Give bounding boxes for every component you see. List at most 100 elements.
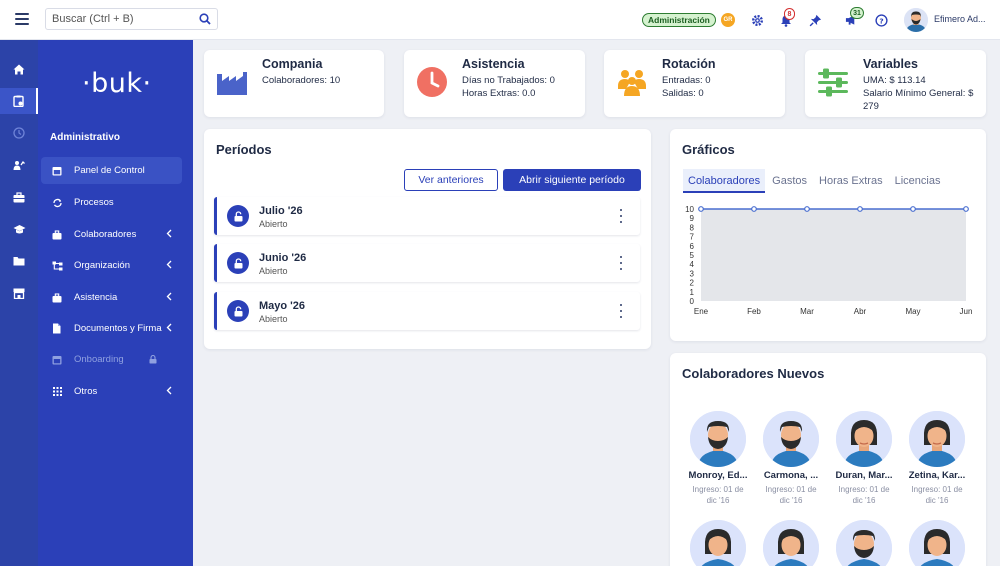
sidebar-item-documentos-y-firma[interactable]: Documentos y Firma (41, 315, 182, 342)
period-status: Abierto (259, 266, 288, 276)
new-collaborator-card[interactable]: Carmona, ... Ingreso: 01 de dic '16 (756, 411, 826, 506)
new-collaborator-card[interactable] (756, 520, 826, 566)
rail-clipboard-icon[interactable] (0, 88, 38, 114)
sidebar-item-procesos[interactable]: Procesos (41, 189, 182, 216)
rail-briefcase-icon[interactable] (0, 184, 38, 210)
sidebar-item-label: Otros (74, 386, 98, 397)
kpi-title: Compania (262, 57, 323, 71)
onboarding-icon (49, 355, 65, 365)
chart-point (751, 206, 757, 212)
lock-icon (149, 355, 157, 364)
hamburger-menu-icon[interactable] (15, 13, 29, 25)
new-collaborator-card[interactable]: Zetina, Kar... Ingreso: 01 de dic '16 (902, 411, 972, 506)
chart-point (804, 206, 810, 212)
unlock-icon (227, 300, 249, 322)
kpi-value: UMA: $ 113.14 (863, 75, 926, 86)
avatar (763, 411, 819, 467)
x-tick-label: Ene (694, 307, 709, 316)
more-options-icon[interactable] (618, 209, 624, 223)
more-options-icon[interactable] (618, 304, 624, 318)
new-collaborator-card[interactable]: Monroy, Ed... Ingreso: 01 de dic '16 (683, 411, 753, 506)
messages-count-badge: 31 (850, 7, 864, 19)
kpi-value: Salidas: 0 (662, 88, 704, 99)
y-tick-label: 4 (690, 260, 695, 269)
y-tick-label: 9 (690, 214, 695, 223)
chevron-left-icon (166, 292, 172, 301)
company-switch-icon[interactable]: GR (721, 13, 735, 27)
sidebar-item-label: Panel de Control (74, 165, 145, 176)
chart-point (698, 206, 704, 212)
tab-licencias[interactable]: Licencias (890, 169, 946, 193)
abrir-siguiente-periodo-button[interactable]: Abrir siguiente período (503, 169, 641, 191)
new-collaborator-card[interactable] (829, 520, 899, 566)
kpi-title: Asistencia (462, 57, 525, 71)
chevron-left-icon (166, 260, 172, 269)
avatar (690, 411, 746, 467)
notifications-count-badge: 8 (784, 8, 795, 20)
period-status: Abierto (259, 314, 288, 324)
period-row[interactable]: Mayo '26 Abierto (214, 292, 640, 330)
kpi-card-rotacion: Rotación Entradas: 0 Salidas: 0 (604, 50, 785, 117)
admin-badge[interactable]: Administración (642, 13, 716, 27)
sidebar-item-otros[interactable]: Otros (41, 378, 182, 405)
user-name[interactable]: Efimero Ad... (934, 14, 986, 24)
help-icon[interactable]: ? (873, 12, 889, 28)
search-box[interactable] (45, 8, 218, 30)
sidebar-item-colaboradores[interactable]: Colaboradores (41, 221, 182, 248)
search-input[interactable] (46, 13, 191, 25)
icon-rail (0, 40, 38, 566)
kpi-value: Entradas: 0 (662, 75, 711, 86)
menu-section-title: Administrativo (50, 132, 121, 143)
rail-folder-icon[interactable] (0, 248, 38, 274)
rail-people-chart-icon[interactable] (0, 152, 38, 178)
x-tick-label: May (905, 307, 920, 316)
kpi-card-variables: Variables UMA: $ 113.14 Salario Mínimo G… (805, 50, 986, 117)
gear-icon[interactable] (749, 12, 765, 28)
more-options-icon[interactable] (618, 256, 624, 270)
collaborator-start-date: Ingreso: 01 de dic '16 (765, 485, 817, 505)
periodos-title: Períodos (216, 142, 272, 157)
period-name: Julio '26 (259, 205, 303, 217)
y-tick-label: 2 (690, 279, 695, 288)
kpi-card-asistencia: Asistencia Días no Trabajados: 0 Horas E… (404, 50, 585, 117)
period-row[interactable]: Junio '26 Abierto (214, 244, 640, 282)
tab-colaboradores[interactable]: Colaboradores (683, 169, 766, 193)
sidebar-menu: ·buk· Administrativo Panel de Control Pr… (38, 40, 193, 566)
periodos-card: Períodos Ver anteriores Abrir siguiente … (204, 129, 651, 349)
avatar (836, 520, 892, 566)
ver-anteriores-button[interactable]: Ver anteriores (404, 169, 498, 191)
avatar (763, 520, 819, 566)
y-tick-label: 7 (690, 233, 695, 242)
period-name: Junio '26 (259, 252, 307, 264)
new-collaborator-card[interactable]: Duran, Mar... Ingreso: 01 de dic '16 (829, 411, 899, 506)
search-icon[interactable] (199, 13, 211, 25)
sidebar-item-label: Asistencia (74, 292, 118, 303)
new-collaborator-card[interactable] (683, 520, 753, 566)
rail-store-icon[interactable] (0, 280, 38, 306)
tab-horas-extras[interactable]: Horas Extras (814, 169, 888, 193)
chevron-left-icon (166, 386, 172, 395)
kpi-value: Horas Extras: 0.0 (462, 88, 536, 99)
buk-logo[interactable]: ·buk· (82, 68, 152, 99)
rail-home-icon[interactable] (0, 56, 38, 82)
new-collaborator-card[interactable] (902, 520, 972, 566)
sidebar-item-asistencia[interactable]: Asistencia (41, 284, 182, 311)
sidebar-item-organizacion[interactable]: Organización (41, 252, 182, 279)
kpi-title: Variables (863, 57, 918, 71)
sidebar-item-label: Organización (74, 260, 130, 271)
rail-graduation-cap-icon[interactable] (0, 216, 38, 242)
x-tick-label: Feb (747, 307, 761, 316)
svg-text:?: ? (879, 16, 883, 25)
pin-icon[interactable] (807, 12, 823, 28)
user-avatar[interactable] (904, 8, 928, 32)
clock-icon (417, 67, 447, 97)
rail-clock-icon[interactable] (0, 120, 38, 146)
briefcase-icon (49, 229, 65, 240)
period-row[interactable]: Julio '26 Abierto (214, 197, 640, 235)
sidebar-item-panel-de-control[interactable]: Panel de Control (41, 157, 182, 184)
sidebar-item-onboarding[interactable]: Onboarding (41, 346, 182, 373)
collaborator-start-date: Ingreso: 01 de dic '16 (838, 485, 890, 505)
y-tick-label: 1 (690, 288, 695, 297)
tab-gastos[interactable]: Gastos (767, 169, 812, 193)
document-icon (49, 323, 65, 334)
